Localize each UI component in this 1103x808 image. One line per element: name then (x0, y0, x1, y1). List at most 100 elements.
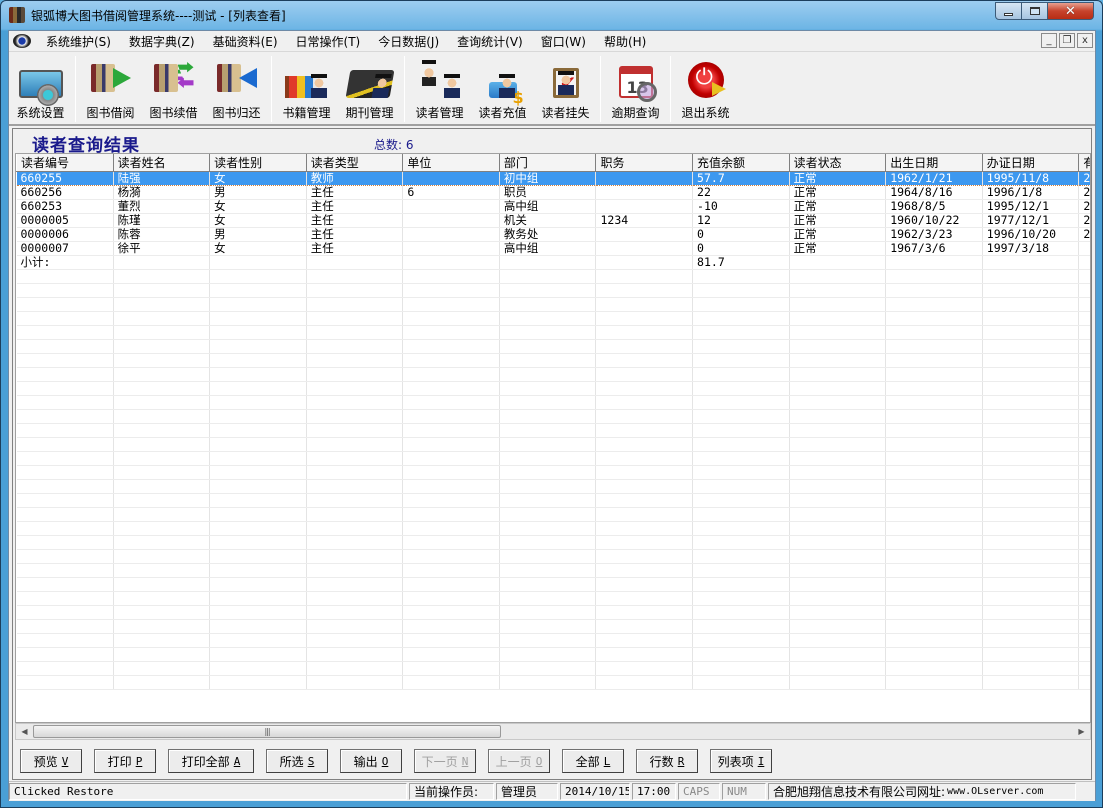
column-header[interactable]: 读者编号 (16, 154, 114, 172)
reader-management-button[interactable]: 读者管理 (408, 52, 471, 124)
column-header[interactable]: 充值余额 (692, 154, 790, 172)
menu-window[interactable]: 窗口(W) (532, 33, 595, 50)
overdue-query-button[interactable]: 逾期查询 (604, 52, 667, 124)
empty-cell (209, 605, 307, 620)
empty-cell (692, 619, 790, 634)
row-count-button[interactable]: 行数 R (636, 749, 698, 773)
next-page-button[interactable]: 下一页 N (414, 749, 476, 773)
results-grid[interactable]: 读者编号读者姓名读者性别读者类型单位部门职务充值余额读者状态出生日期办证日期有效… (15, 153, 1091, 723)
empty-cell (402, 409, 500, 424)
empty-cell (113, 647, 211, 662)
table-row[interactable]: 0000007 徐平女主任 高中组 0 正常 1967/3/6 1997/3/18 (16, 241, 1090, 256)
empty-cell (595, 563, 694, 578)
book-borrow-button[interactable]: 图书借阅 (79, 52, 142, 124)
empty-cell (982, 367, 1080, 382)
column-header[interactable]: 读者姓名 (112, 154, 211, 172)
empty-row (16, 535, 1090, 550)
table-cell: 0 (692, 241, 790, 256)
table-cell: 1996/10/20 (982, 227, 1080, 242)
empty-cell (209, 521, 307, 536)
column-header[interactable]: 读者类型 (305, 154, 404, 172)
empty-cell (113, 465, 211, 480)
empty-cell (113, 339, 211, 354)
menu-help[interactable]: 帮助(H) (595, 33, 655, 50)
menu-daily-operations[interactable]: 日常操作(T) (287, 33, 370, 50)
minimize-button[interactable] (995, 2, 1022, 20)
selected-button[interactable]: 所选 S (266, 749, 328, 773)
maximize-button[interactable] (1022, 2, 1048, 20)
export-button[interactable]: 输出 O (340, 749, 402, 773)
column-header[interactable]: 部门 (498, 154, 597, 172)
column-header[interactable]: 单位 (402, 154, 500, 172)
empty-cell (982, 269, 1080, 284)
reader-recharge-button[interactable]: 读者充值 (471, 52, 534, 124)
empty-cell (789, 409, 887, 424)
table-row[interactable]: 0000005 陈瑾女主任 机关 1234 12 正常 1960/10/22 1977/12/… (16, 213, 1090, 228)
all-button[interactable]: 全部 L (562, 749, 624, 773)
column-header[interactable]: 出生日期 (885, 154, 983, 172)
scroll-thumb[interactable]: ||| (33, 725, 501, 738)
table-cell: 主任 (306, 241, 404, 256)
empty-cell (885, 605, 983, 620)
scroll-left-arrow-icon[interactable]: ◀ (16, 724, 33, 739)
horizontal-scrollbar[interactable]: ◀ ||| ▶ (15, 723, 1091, 740)
empty-cell (595, 381, 694, 396)
empty-cell (692, 297, 790, 312)
child-restore-button[interactable]: ❐ (1059, 33, 1075, 48)
menu-basic-data[interactable]: 基础资料(E) (204, 33, 287, 50)
column-header[interactable]: 读者状态 (788, 154, 887, 172)
exit-system-button[interactable]: 退出系统 (674, 52, 737, 124)
child-close-button[interactable]: x (1077, 33, 1093, 48)
empty-row (16, 381, 1090, 396)
button-label: 行数 (649, 754, 674, 769)
empty-cell (113, 633, 211, 648)
empty-cell (402, 465, 500, 480)
empty-cell (789, 619, 887, 634)
table-row[interactable]: 660256杨漪男主任6职员 22正常1964/8/161996/1/8200 (16, 185, 1090, 200)
prev-page-button[interactable]: 上一页 O (488, 749, 550, 773)
menu-data-dictionary[interactable]: 数据字典(Z) (120, 33, 204, 50)
table-row[interactable]: 0000006陈蓉男主任 教务处 0正常1962/3/231996/10/20200 (16, 227, 1090, 242)
table-row[interactable]: 660253董烈女主任 高中组 -10正常1968/8/51995/12/1200 (16, 199, 1090, 214)
preview-button[interactable]: 预览 V (20, 749, 82, 773)
column-header[interactable]: 有效 (1078, 154, 1090, 172)
table-cell: 主任 (306, 213, 404, 228)
menu-system-maintenance[interactable]: 系统维护(S) (37, 33, 120, 50)
journal-management-button[interactable]: 期刊管理 (338, 52, 401, 124)
empty-cell (885, 619, 983, 634)
close-button[interactable]: ✕ (1048, 2, 1094, 20)
book-management-button[interactable]: 书籍管理 (275, 52, 338, 124)
toolbar-label: 逾期查询 (611, 106, 660, 120)
reader-report-loss-button[interactable]: 读者挂失 (534, 52, 597, 124)
menu-query-statistics[interactable]: 查询统计(V) (448, 33, 532, 50)
empty-cell (402, 647, 500, 662)
scroll-right-arrow-icon[interactable]: ▶ (1073, 724, 1090, 739)
print-button[interactable]: 打印 P (94, 749, 156, 773)
column-header[interactable]: 读者性别 (209, 154, 307, 172)
menu-today-data[interactable]: 今日数据(J) (369, 33, 448, 50)
empty-cell (982, 451, 1080, 466)
column-header[interactable]: 办证日期 (981, 154, 1080, 172)
table-cell: 22 (692, 185, 790, 200)
child-minimize-button[interactable]: _ (1041, 33, 1057, 48)
list-columns-button[interactable]: 列表项 I (710, 749, 772, 773)
scroll-track[interactable]: ||| (33, 724, 1073, 739)
empty-cell (306, 339, 404, 354)
empty-cell (692, 521, 790, 536)
book-return-button[interactable]: 图书归还 (205, 52, 268, 124)
title-bar[interactable]: 银弧博大图书借阅管理系统----测试 - [列表查看] ✕ (1, 1, 1102, 29)
book-renew-button[interactable]: 图书续借 (142, 52, 205, 124)
table-row[interactable]: 660255陆强女教师 初中组 57.7正常1962/1/211995/11/820… (16, 171, 1090, 186)
column-header[interactable]: 职务 (595, 154, 694, 172)
empty-cell (595, 675, 694, 690)
empty-cell (1078, 549, 1090, 564)
table-header-row: 读者编号读者姓名读者性别读者类型单位部门职务充值余额读者状态出生日期办证日期有效 (16, 154, 1090, 172)
system-settings-button[interactable]: 系统设置 (9, 52, 72, 124)
document-eye-icon[interactable] (13, 34, 31, 48)
print-all-button[interactable]: 打印全部 A (168, 749, 254, 773)
empty-cell (692, 423, 790, 438)
empty-cell (692, 535, 790, 550)
empty-cell (499, 297, 597, 312)
table-cell: 杨漪 (113, 185, 211, 200)
empty-cell (1078, 409, 1090, 424)
